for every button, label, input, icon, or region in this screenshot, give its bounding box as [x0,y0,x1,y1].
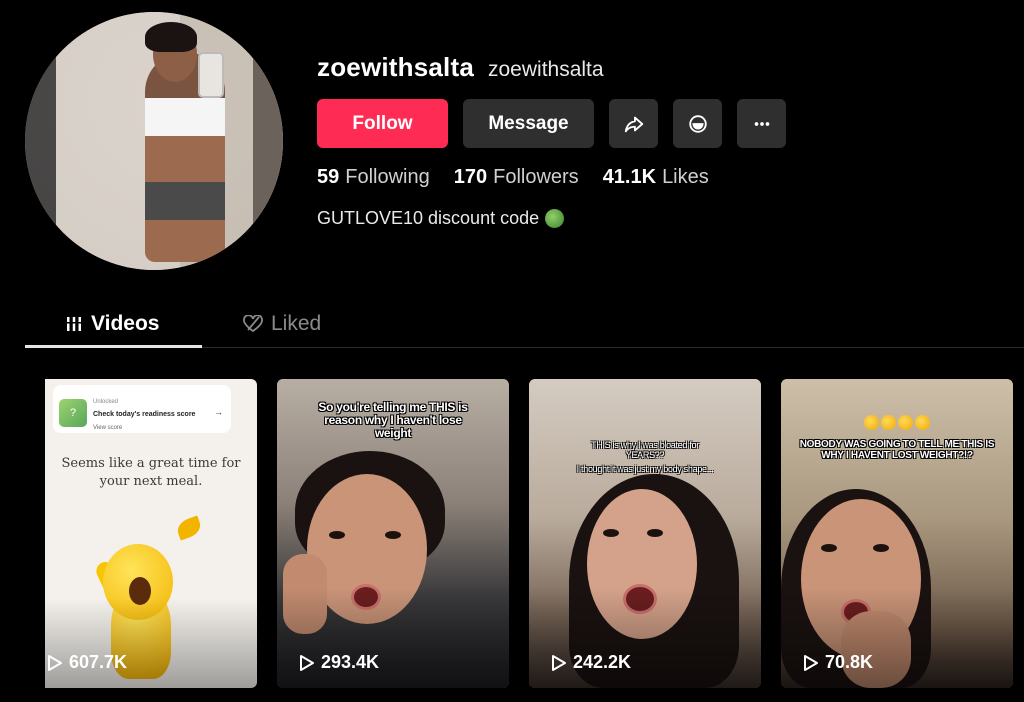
profile-nickname: zoewithsalta [488,58,604,81]
profile-avatar[interactable] [25,12,283,270]
view-count-value: 607.7K [69,652,128,672]
video-card[interactable]: NOBODY WAS GOING TO TELL ME THIS IS WHY … [781,379,1013,688]
active-tab-indicator [25,345,202,348]
profile-title-row: zoewithsalta zoewithsalta [317,52,604,83]
tab-videos[interactable]: Videos [65,300,159,348]
stat-value: 59 [317,166,340,188]
thumbnail-eye [603,529,619,537]
profile-actions: Follow Message [317,99,786,148]
profile-bio: GUTLOVE10 discount code [317,208,565,229]
video-caption-line1: THIS is why I was bloated for YEARS?? [591,440,699,460]
stat-label: Likes [662,166,709,188]
video-caption: NOBODY WAS GOING TO TELL ME THIS IS WHY … [799,439,995,461]
thumbnail-eye [873,544,889,552]
video-card[interactable]: THIS is why I was bloated for YEARS?? I … [529,379,761,688]
share-icon [624,116,643,132]
tab-videos-label: Videos [91,312,160,335]
play-icon [300,654,314,671]
astonished-emoji-icon [898,415,913,430]
message-button[interactable]: Message [463,99,594,148]
astonished-emoji-icon [881,415,896,430]
view-count: 293.4K [299,652,379,673]
profile-tabs: Videos Liked [25,300,1024,348]
stat-following[interactable]: 59 Following [317,166,430,189]
app-icon: ? [59,399,87,427]
play-icon [552,654,566,671]
view-count-value: 242.2K [573,652,632,672]
play-icon [48,654,62,671]
view-count: 242.2K [551,652,631,673]
thumbnail-notification: ? Unlocked Check today's readiness score… [53,385,231,433]
profile-stats: 59 Following 170 Followers 41.1K Likes [317,166,709,189]
video-caption: Seems like a great time for your next me… [61,456,241,489]
follow-button[interactable]: Follow [317,99,448,148]
repost-button[interactable] [673,99,722,148]
thumbnail-shade [781,588,1013,688]
grid-bars-icon [65,317,83,331]
video-card[interactable]: So you're telling me THIS is reason why … [277,379,509,688]
kiwi-emoji-icon [545,209,565,228]
thumbnail-eye [329,531,345,539]
more-icon [754,121,769,126]
heart-lock-icon [243,315,263,333]
notification-title: Check today's readiness score [93,411,196,418]
avatar-hair [145,22,197,52]
thumbnail-shade [25,598,257,688]
profile-username: zoewithsalta [317,52,474,82]
avatar-phone [198,52,224,98]
video-grid: ? Unlocked Check today's readiness score… [25,379,1013,688]
thumbnail-eye [647,529,663,537]
astonished-emoji-icon [864,415,879,430]
tab-liked-label: Liked [271,312,322,335]
stat-label: Following [345,166,430,188]
avatar-door [253,12,283,270]
video-caption-line2: I thought it was just my body shape... [576,464,714,474]
play-icon [804,654,818,671]
thumbnail-eye [385,531,401,539]
more-button[interactable] [737,99,786,148]
view-count: 70.8K [803,652,873,673]
stat-label: Followers [493,166,579,188]
thumbnail-shade [529,588,761,688]
notification-sub: View score [93,425,123,431]
stat-likes: 41.1K Likes [603,166,709,189]
thumbnail-shade [277,588,509,688]
video-card[interactable]: ? Unlocked Check today's readiness score… [25,379,257,688]
video-caption: So you're telling me THIS is reason why … [318,400,468,441]
astonished-emoji-row [781,415,1013,433]
astonished-emoji-icon [915,415,930,430]
thumbnail-eye [821,544,837,552]
tab-liked[interactable]: Liked [243,300,321,348]
arrow-right-icon: → [214,407,223,417]
share-button[interactable] [609,99,658,148]
repost-icon [688,114,707,133]
stat-followers[interactable]: 170 Followers [454,166,579,189]
notification-top: Unlocked [93,399,119,405]
view-count-value: 293.4K [321,652,380,672]
stat-value: 170 [453,166,488,188]
stat-value: 41.1K [602,166,657,188]
view-count-value: 70.8K [825,652,874,672]
bio-text: GUTLOVE10 discount code [317,208,540,228]
view-count: 607.7K [47,652,127,673]
